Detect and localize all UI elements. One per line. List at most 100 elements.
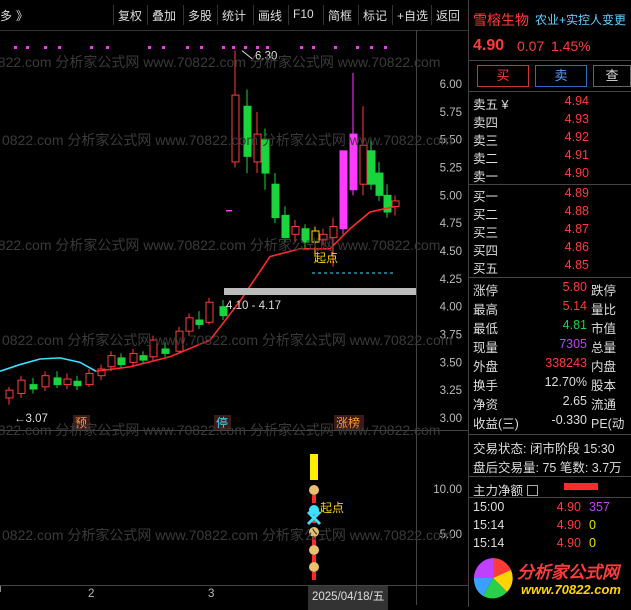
candle[interactable] [139, 355, 148, 361]
candle[interactable] [185, 317, 194, 332]
bid-row[interactable]: 买三 4.87 [473, 222, 631, 240]
coin-icon [309, 545, 319, 555]
candle[interactable] [5, 389, 14, 399]
candle[interactable] [243, 105, 252, 157]
signal-bar [312, 537, 316, 545]
simple-frame-button[interactable]: 简框 [328, 7, 352, 24]
tick-row[interactable]: 15:00 4.90 357 [473, 500, 631, 518]
candle[interactable] [253, 133, 262, 163]
candle[interactable] [375, 172, 384, 196]
candle[interactable] [319, 233, 328, 241]
bid-row[interactable]: 买二 4.88 [473, 204, 631, 222]
bid-row[interactable]: 买四 4.86 [473, 240, 631, 258]
signal-dot [14, 46, 17, 49]
buy-button[interactable]: 买 [477, 65, 529, 87]
candle[interactable] [261, 139, 270, 174]
back-button[interactable]: 返回 [436, 7, 460, 24]
ask-row[interactable]: 卖四 4.93 [473, 112, 631, 130]
candle[interactable] [195, 319, 204, 325]
signal-dot [300, 46, 303, 49]
candle[interactable] [349, 133, 358, 191]
candle[interactable] [329, 226, 338, 239]
after-hours-volume: 盘后交易量: 75 笔数: 3.7万 [473, 461, 622, 475]
bid-price: 4.85 [564, 258, 589, 272]
overlay-button[interactable]: 叠加 [152, 7, 176, 24]
stock-tags[interactable]: 农业+实控人变更 [535, 11, 626, 28]
mark-button[interactable]: 标记 [363, 7, 387, 24]
toolbar-separator [392, 5, 393, 25]
candle[interactable] [85, 372, 94, 386]
candle[interactable] [161, 348, 170, 354]
signal-dot [256, 46, 259, 49]
candle[interactable] [29, 384, 38, 390]
candle[interactable] [17, 379, 26, 395]
indicator-chart[interactable]: 10.00 5.00 起点 [0, 432, 468, 590]
candle[interactable] [149, 339, 158, 358]
expand-icon[interactable]: 》 [16, 7, 28, 24]
ask-row[interactable]: 卖三 4.92 [473, 130, 631, 148]
x-tick [0, 586, 1, 592]
price-tick-label: 3.25 [440, 385, 462, 397]
add-watchlist-button[interactable]: +自选 [397, 7, 428, 24]
tick-volume: 0 [589, 536, 596, 550]
bid-price: 4.89 [564, 186, 589, 200]
tick-row[interactable]: 15:14 4.90 0 [473, 518, 631, 536]
multi-stock-button[interactable]: 多股 [188, 7, 212, 24]
ask-row[interactable]: 卖一 4.90 [473, 166, 631, 184]
bid-row[interactable]: 买五 4.85 [473, 258, 631, 276]
candle[interactable] [359, 144, 368, 185]
ask-row[interactable]: 卖二 4.91 [473, 148, 631, 166]
toolbar-separator [431, 5, 432, 25]
coin-icon [309, 527, 319, 537]
quote-row: 最高 5.14 量比 [473, 299, 631, 317]
bid-row[interactable]: 买一 4.89 [473, 186, 631, 204]
signal-bar [312, 572, 316, 580]
candle[interactable] [231, 94, 240, 163]
price-change: 0.07 [517, 38, 545, 54]
candle[interactable] [175, 330, 184, 352]
more-menu[interactable]: 多 [0, 7, 12, 24]
candle[interactable] [63, 378, 72, 386]
price-tick-label: 4.50 [440, 246, 462, 258]
candle[interactable] [53, 377, 62, 386]
candle[interactable] [301, 228, 310, 243]
quote-label: 外盘 [473, 360, 499, 374]
candle[interactable] [73, 380, 82, 387]
candle[interactable] [117, 357, 126, 366]
candle[interactable] [367, 150, 376, 185]
coin-icon [309, 562, 319, 572]
signal-dot [244, 46, 247, 49]
high-price-label: 6.30 [255, 51, 277, 63]
candle[interactable] [281, 214, 290, 239]
tick-list[interactable]: 15:00 4.90 357 15:14 4.90 0 15:14 4.90 0 [469, 499, 631, 554]
toolbar-separator [217, 5, 218, 25]
candle[interactable] [391, 200, 400, 207]
price-tick-label: 5.25 [440, 163, 462, 175]
candle[interactable] [205, 301, 214, 323]
candle[interactable] [339, 150, 348, 230]
ask-row[interactable]: 卖五 ¥ 4.94 [473, 94, 631, 112]
f10-button[interactable]: F10 [293, 7, 314, 21]
candle[interactable] [271, 183, 280, 219]
sell-button[interactable]: 卖 [535, 65, 587, 87]
statistics-button[interactable]: 统计 [222, 7, 246, 24]
price-tick-label: 3.50 [440, 357, 462, 369]
bid-label: 买二 [473, 208, 499, 222]
candle[interactable] [107, 355, 116, 368]
trade-status: 交易状态: 闭市阶段 15:30 [473, 442, 615, 456]
candle[interactable] [41, 375, 50, 388]
candle[interactable] [311, 230, 320, 243]
draw-line-button[interactable]: 画线 [258, 7, 282, 24]
query-button[interactable]: 查 [593, 65, 631, 87]
tick-time: 15:14 [473, 518, 505, 532]
signal-dot [186, 46, 189, 49]
candle[interactable] [129, 352, 138, 363]
quote-label: 最低 [473, 322, 499, 336]
restore-rights-button[interactable]: 复权 [118, 7, 142, 24]
candle[interactable] [291, 226, 300, 235]
list-icon[interactable] [526, 485, 538, 496]
price-tick-label: 6.00 [440, 79, 462, 91]
candlestick-chart[interactable]: 6.00 5.75 5.50 5.25 5.00 4.75 4.50 4.25 4.00 3.75… [0, 30, 468, 430]
ask-label: 卖五 ¥ [473, 98, 509, 112]
candle[interactable] [383, 194, 392, 213]
